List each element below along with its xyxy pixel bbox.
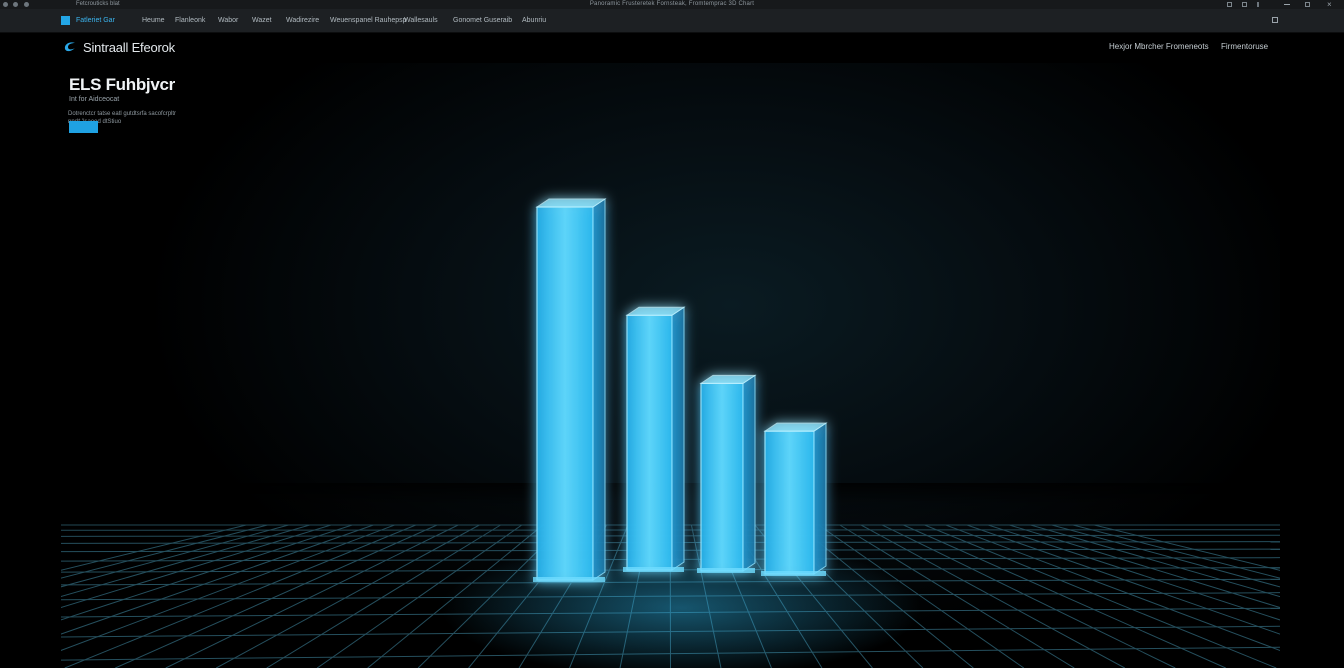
tab-item[interactable]: Gonomet Guseraib <box>453 9 512 32</box>
bar-front-face <box>626 314 673 571</box>
bar-front-face <box>764 430 815 575</box>
minimize-icon[interactable] <box>1284 4 1290 5</box>
bar-top-face <box>535 198 607 208</box>
bar-side-face <box>813 422 827 575</box>
maximize-icon[interactable] <box>1305 2 1310 7</box>
tab-item[interactable]: Abunriu <box>522 9 546 32</box>
close-icon[interactable]: × <box>1327 0 1332 9</box>
brand-logo-text[interactable]: Sintraall Efeorok <box>83 40 175 55</box>
nav-link[interactable]: Hexjor Mbrcher Fromeneots <box>1109 42 1209 51</box>
chart-bar <box>533 198 607 582</box>
bar-base-glow <box>697 568 755 573</box>
tab-item[interactable]: Flanleonk <box>175 9 205 32</box>
brand-logo-icon <box>64 42 75 52</box>
app-logo-icon <box>61 16 70 25</box>
hero-subtitle: Int for Aidceocat <box>69 96 120 103</box>
nav-link[interactable]: Firmentoruse <box>1221 42 1268 51</box>
bar-front-face <box>536 206 594 581</box>
tab-item[interactable]: Weuenspanel Rauhepsp <box>330 9 407 32</box>
site-navbar: Sintraall Efeorok Hexjor Mbrcher Fromene… <box>61 33 1280 63</box>
tab-active[interactable]: Fatleriet Gar <box>76 9 115 32</box>
bar-base-glow <box>533 577 605 582</box>
hero-section: ELS Fuhbjvcr Int for Aidceocat Dotrenctc… <box>61 63 1280 668</box>
tile-icon[interactable] <box>1242 2 1247 7</box>
window-toggle-icon[interactable] <box>1272 17 1278 23</box>
bar-front-face <box>700 382 744 572</box>
bar-base-glow <box>623 567 684 572</box>
chart-bar <box>623 306 686 572</box>
window-title: Panoramic Frusteretek Fornsteak, Fromtem… <box>589 1 755 7</box>
chart-bar <box>697 374 757 573</box>
page-content: Sintraall Efeorok Hexjor Mbrcher Fromene… <box>0 33 1344 668</box>
chart-bar <box>761 422 828 576</box>
hero-cta-button[interactable] <box>69 121 98 133</box>
bar-side-face <box>671 306 685 571</box>
tab-item[interactable]: Wadirezire <box>286 9 319 32</box>
more-icon[interactable] <box>1257 2 1259 7</box>
app-tabbar: Fatleriet Gar Heume Flanleonk Wabor Waze… <box>0 9 1344 33</box>
bar-chart-3d <box>533 198 828 582</box>
tab-item[interactable]: Wabor <box>218 9 238 32</box>
bar-base-glow <box>761 571 826 576</box>
bar-side-face <box>592 198 606 581</box>
tab-item[interactable]: Wallesauls <box>404 9 438 32</box>
hero-title: ELS Fuhbjvcr <box>69 75 175 94</box>
tile-icon[interactable] <box>1227 2 1232 7</box>
tab-home[interactable]: Heume <box>142 9 165 32</box>
window-titlebar: Fetcrouticks blat Panoramic Frusteretek … <box>0 0 1344 9</box>
tab-item[interactable]: Wazet <box>252 9 272 32</box>
bar-side-face <box>742 374 756 572</box>
